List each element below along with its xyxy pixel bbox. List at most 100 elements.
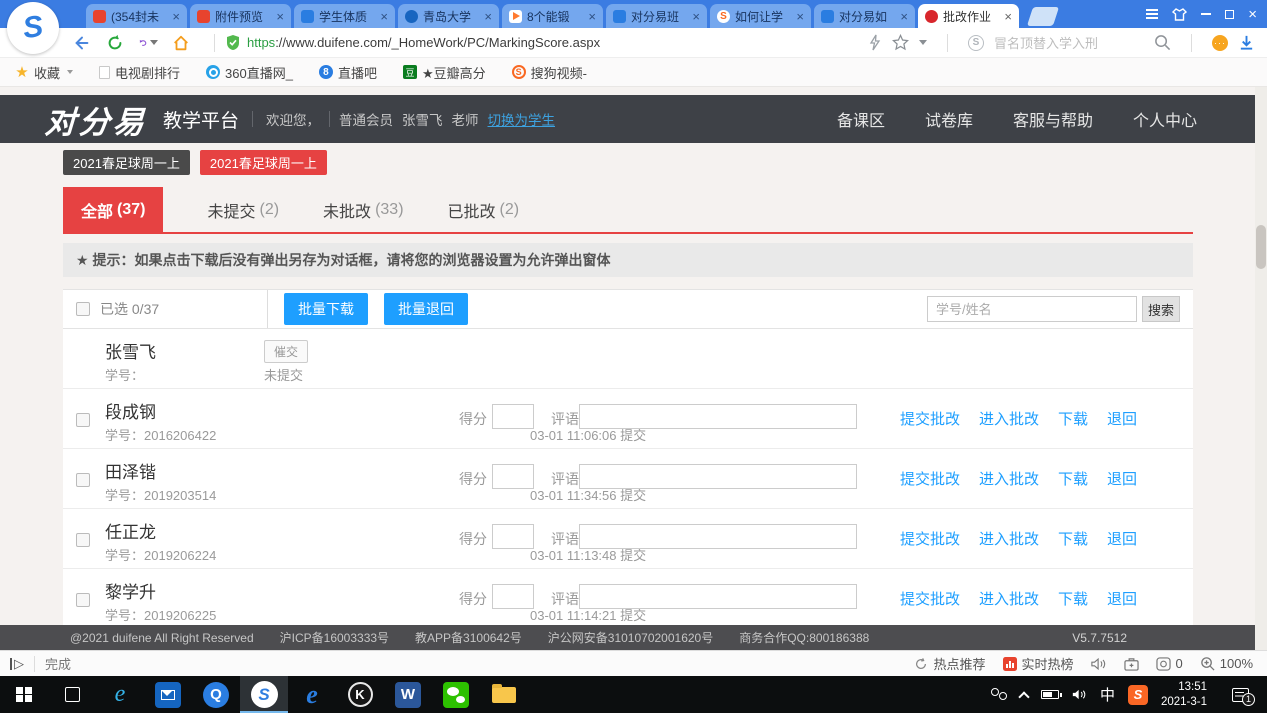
comment-input[interactable] bbox=[579, 404, 857, 429]
k-app-icon[interactable]: K bbox=[336, 676, 384, 713]
tab-close-icon[interactable]: × bbox=[172, 9, 180, 24]
tab-close-icon[interactable]: × bbox=[276, 9, 284, 24]
back-icon[interactable] bbox=[72, 33, 92, 53]
menu-icon[interactable] bbox=[1146, 13, 1158, 15]
start-button[interactable] bbox=[0, 676, 48, 713]
score-input[interactable] bbox=[492, 584, 534, 609]
restore-icon[interactable] bbox=[1225, 10, 1234, 19]
enter-marking-link[interactable]: 进入批改 bbox=[979, 468, 1039, 489]
speaker-icon[interactable] bbox=[1091, 657, 1107, 671]
search-button[interactable]: 搜索 bbox=[1142, 296, 1180, 322]
scrollbar-thumb[interactable] bbox=[1256, 225, 1266, 269]
browser-tab[interactable]: 对分易如 × bbox=[814, 4, 915, 28]
hidden-icons-chevron[interactable] bbox=[1018, 691, 1029, 702]
skin-icon[interactable] bbox=[1172, 8, 1187, 21]
download-link[interactable]: 下载 bbox=[1058, 528, 1088, 549]
select-all-checkbox[interactable] bbox=[76, 302, 90, 316]
zoom-control[interactable]: 100% bbox=[1200, 656, 1253, 671]
return-link[interactable]: 退回 bbox=[1107, 408, 1137, 429]
bookmark-item[interactable]: 收藏 bbox=[15, 63, 73, 82]
enter-marking-link[interactable]: 进入批改 bbox=[979, 588, 1039, 609]
people-icon[interactable] bbox=[991, 688, 1007, 702]
browser-tab[interactable]: 附件预览 × bbox=[190, 4, 291, 28]
refresh-icon[interactable] bbox=[105, 33, 125, 53]
row-checkbox[interactable] bbox=[76, 473, 90, 487]
download-link[interactable]: 下载 bbox=[1058, 468, 1088, 489]
browser-tab[interactable]: 如何让学 × bbox=[710, 4, 811, 28]
enter-marking-link[interactable]: 进入批改 bbox=[979, 528, 1039, 549]
batch-download-button[interactable]: 批量下载 bbox=[284, 293, 368, 325]
new-tab-button[interactable] bbox=[1027, 7, 1059, 26]
tab-close-icon[interactable]: × bbox=[484, 9, 492, 24]
submit-marking-link[interactable]: 提交批改 bbox=[900, 588, 960, 609]
site-logo[interactable]: 对分易 bbox=[44, 97, 148, 142]
return-link[interactable]: 退回 bbox=[1107, 528, 1137, 549]
nav-item[interactable]: 客服与帮助 bbox=[1013, 107, 1093, 131]
home-icon[interactable] bbox=[171, 33, 191, 53]
volume-icon[interactable] bbox=[1072, 688, 1087, 701]
browser-tab[interactable]: (354封未 × bbox=[86, 4, 187, 28]
filter-tab[interactable]: 全部(37) bbox=[63, 187, 163, 232]
bookmark-item[interactable]: 直播吧 bbox=[319, 63, 377, 82]
submit-marking-link[interactable]: 提交批改 bbox=[900, 408, 960, 429]
q-browser-icon[interactable]: Q bbox=[192, 676, 240, 713]
video-detect-icon[interactable]: ▷ bbox=[10, 656, 24, 672]
row-checkbox[interactable] bbox=[76, 593, 90, 607]
search-icon[interactable] bbox=[1154, 34, 1171, 51]
nav-item[interactable]: 个人中心 bbox=[1133, 107, 1197, 131]
filter-tab[interactable]: 未提交(2) bbox=[207, 187, 279, 232]
bookmark-item[interactable]: ★豆瓣高分 bbox=[403, 63, 486, 82]
bookmark-item[interactable]: 电视剧排行 bbox=[99, 63, 180, 82]
browser-tab[interactable]: 批改作业 × bbox=[918, 4, 1019, 28]
row-checkbox[interactable] bbox=[76, 413, 90, 427]
sogou-search-placeholder[interactable]: 冒名顶替入学入刑 bbox=[994, 33, 1144, 52]
tab-close-icon[interactable]: × bbox=[692, 9, 700, 24]
browser-tab[interactable]: 对分易班 × bbox=[606, 4, 707, 28]
undo-icon[interactable] bbox=[138, 33, 158, 53]
favorite-star-icon[interactable] bbox=[892, 34, 909, 51]
comment-input[interactable] bbox=[579, 524, 857, 549]
return-link[interactable]: 退回 bbox=[1107, 588, 1137, 609]
scrollbar[interactable] bbox=[1255, 87, 1267, 650]
toolbox-icon[interactable] bbox=[1124, 657, 1139, 671]
batch-return-button[interactable]: 批量退回 bbox=[384, 293, 468, 325]
edge-icon[interactable]: e bbox=[288, 676, 336, 713]
trending-item[interactable]: 实时热榜 bbox=[1003, 654, 1074, 673]
tab-close-icon[interactable]: × bbox=[588, 9, 596, 24]
filter-tab[interactable]: 已批改(2) bbox=[448, 187, 520, 232]
student-search-input[interactable] bbox=[927, 296, 1137, 322]
file-explorer-icon[interactable] bbox=[480, 676, 528, 713]
score-input[interactable] bbox=[492, 404, 534, 429]
comment-input[interactable] bbox=[579, 464, 857, 489]
wechat-icon[interactable] bbox=[432, 676, 480, 713]
urge-submit-button[interactable]: 催交 bbox=[264, 340, 308, 363]
comment-input[interactable] bbox=[579, 584, 857, 609]
bookmark-item[interactable]: 搜狗视频- bbox=[512, 63, 587, 82]
bookmark-item[interactable]: 360直播网_ bbox=[206, 63, 293, 82]
row-checkbox[interactable] bbox=[76, 533, 90, 547]
score-input[interactable] bbox=[492, 464, 534, 489]
notification-center-icon[interactable]: 1 bbox=[1232, 688, 1249, 702]
sogou-browser-icon[interactable]: S bbox=[240, 676, 288, 713]
tab-close-icon[interactable]: × bbox=[900, 9, 908, 24]
download-link[interactable]: 下载 bbox=[1058, 588, 1088, 609]
clock[interactable]: 13:51 2021-3-1 bbox=[1161, 680, 1207, 709]
tab-close-icon[interactable]: × bbox=[1004, 9, 1012, 24]
chevron-down-icon[interactable] bbox=[919, 40, 927, 45]
hot-recommend-item[interactable]: 热点推荐 bbox=[914, 654, 985, 673]
submit-marking-link[interactable]: 提交批改 bbox=[900, 468, 960, 489]
score-input[interactable] bbox=[492, 524, 534, 549]
battery-icon[interactable] bbox=[1041, 690, 1059, 699]
course-tag[interactable]: 2021春足球周一上 bbox=[63, 150, 190, 175]
submit-marking-link[interactable]: 提交批改 bbox=[900, 528, 960, 549]
tab-close-icon[interactable]: × bbox=[796, 9, 804, 24]
minimize-icon[interactable] bbox=[1201, 13, 1211, 15]
ie-icon[interactable]: e bbox=[96, 676, 144, 713]
ime-indicator[interactable]: 中 bbox=[1100, 684, 1115, 705]
switch-to-student-link[interactable]: 切换为学生 bbox=[488, 109, 556, 129]
download-icon[interactable] bbox=[1238, 34, 1255, 51]
lightning-icon[interactable] bbox=[868, 34, 882, 51]
sogou-browser-logo-icon[interactable]: S bbox=[7, 2, 59, 54]
task-view-button[interactable] bbox=[48, 676, 96, 713]
assistant-icon[interactable]: ··· bbox=[1212, 35, 1228, 51]
